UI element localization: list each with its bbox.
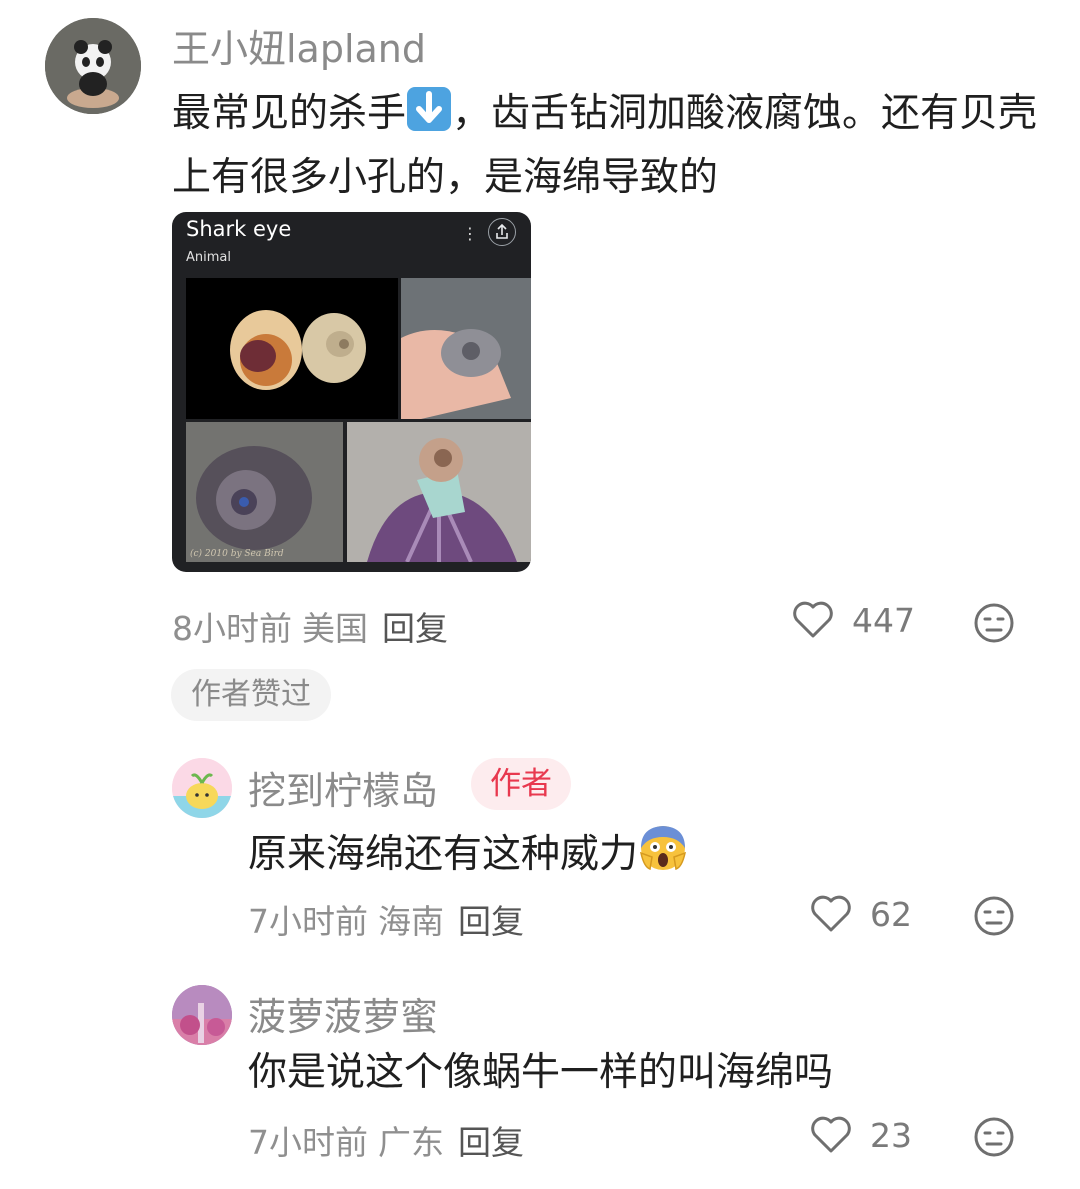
dislike-button[interactable] bbox=[973, 895, 1015, 937]
dislike-button[interactable] bbox=[973, 1116, 1015, 1158]
photo-watermark: (c) 2010 by Sea Bird bbox=[190, 548, 284, 559]
comment-location: 广东 bbox=[378, 1123, 444, 1162]
shell-photo-1 bbox=[186, 278, 398, 419]
more-icon[interactable]: ⋮ bbox=[462, 224, 478, 243]
dislike-face-icon bbox=[974, 603, 1014, 643]
card-subtitle: Animal bbox=[186, 250, 231, 265]
comment-location: 美国 bbox=[302, 609, 368, 648]
like-button[interactable]: 23 bbox=[810, 1115, 912, 1155]
pink-sky-avatar-image bbox=[172, 985, 232, 1045]
comment-text: 原来海绵还有这种威力 bbox=[248, 823, 1048, 890]
like-button[interactable]: 447 bbox=[792, 600, 915, 640]
comment-time: 7小时前 bbox=[248, 1123, 368, 1162]
card-title: Shark eye bbox=[186, 217, 292, 241]
heart-icon bbox=[793, 601, 833, 638]
dislike-face-icon bbox=[974, 896, 1014, 936]
shell-photo-4 bbox=[347, 422, 531, 562]
comment-text: 最常见的杀手 ，齿舌钻洞加酸液腐蚀。还有贝壳上有很多小孔的，是海绵导致的 bbox=[172, 85, 1042, 207]
comment-meta: 7小时前 广东 回复 bbox=[248, 1116, 524, 1164]
like-button[interactable]: 62 bbox=[810, 894, 912, 934]
avatar-lemon-island[interactable] bbox=[172, 758, 232, 818]
like-count: 447 bbox=[852, 600, 915, 640]
dislike-button[interactable] bbox=[973, 602, 1015, 644]
screaming-face-emoji bbox=[638, 823, 688, 890]
lemon-avatar-image bbox=[172, 758, 232, 818]
reply-button[interactable]: 回复 bbox=[458, 1123, 524, 1162]
comment-meta: 7小时前 海南 回复 bbox=[248, 895, 524, 943]
avatar-jackfruit[interactable] bbox=[172, 985, 232, 1045]
heart-icon bbox=[811, 895, 851, 932]
like-count: 23 bbox=[870, 1115, 912, 1155]
panda-avatar-image bbox=[45, 18, 141, 114]
shell-photo-2 bbox=[401, 278, 531, 419]
comment-time: 7小时前 bbox=[248, 902, 368, 941]
author-badge: 作者 bbox=[471, 758, 571, 810]
share-icon[interactable] bbox=[488, 218, 516, 246]
shell-photo-3: (c) 2010 by Sea Bird bbox=[186, 422, 343, 562]
comment-username[interactable]: 王小妞lapland bbox=[172, 18, 426, 73]
comment-text: 你是说这个像蜗牛一样的叫海绵吗 bbox=[248, 1050, 834, 1095]
search-result-image[interactable]: Shark eye Animal ⋮ (c) 2010 by Sea Bird bbox=[172, 212, 531, 572]
comment-meta: 8小时前 美国 回复 bbox=[172, 602, 448, 650]
dislike-face-icon bbox=[974, 1117, 1014, 1157]
comment-username[interactable]: 菠萝菠萝蜜 bbox=[248, 986, 438, 1041]
heart-icon bbox=[811, 1116, 851, 1153]
down-arrow-emoji bbox=[406, 86, 452, 149]
reply-button[interactable]: 回复 bbox=[458, 902, 524, 941]
avatar-panda[interactable] bbox=[45, 18, 141, 114]
comment-time: 8小时前 bbox=[172, 609, 292, 648]
like-count: 62 bbox=[870, 894, 912, 934]
comment-username[interactable]: 挖到柠檬岛 bbox=[248, 760, 438, 815]
author-liked-badge: 作者赞过 bbox=[171, 669, 331, 721]
comment-location: 海南 bbox=[378, 902, 444, 941]
reply-button[interactable]: 回复 bbox=[382, 609, 448, 648]
